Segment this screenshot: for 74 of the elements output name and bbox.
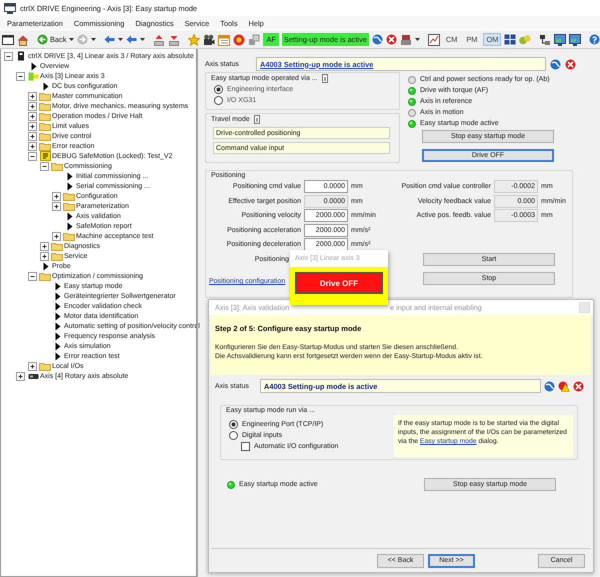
caret-icon[interactable] <box>414 38 420 41</box>
safety-icon <box>40 151 50 161</box>
network-icon[interactable] <box>539 34 552 46</box>
radio-button[interactable] <box>214 85 223 94</box>
arrow-icon <box>40 262 50 270</box>
drive-off-button[interactable]: Drive OFF <box>295 272 383 294</box>
back-arrow-icon <box>37 34 48 45</box>
folder-icon <box>63 192 75 200</box>
error-icon[interactable] <box>565 58 576 70</box>
expand-toggle[interactable] <box>28 112 37 120</box>
expand-toggle[interactable] <box>28 272 37 280</box>
folder-icon <box>51 242 63 250</box>
expand-toggle[interactable] <box>40 162 49 170</box>
device-icon[interactable] <box>400 34 412 46</box>
arrow-icon[interactable] <box>126 35 138 44</box>
checkbox[interactable] <box>241 442 250 451</box>
info-icon[interactable] <box>254 115 260 124</box>
app-icon <box>4 2 16 14</box>
caret-icon[interactable] <box>118 38 124 41</box>
upload-icon[interactable] <box>153 34 166 46</box>
expand-toggle[interactable] <box>52 202 61 210</box>
folder-icon <box>63 202 75 210</box>
globe-icon[interactable] <box>372 34 383 45</box>
expand-toggle[interactable] <box>16 372 25 380</box>
folder-icon <box>39 102 51 110</box>
folder-icon <box>39 122 51 130</box>
expand-toggle[interactable] <box>52 192 61 200</box>
expand-toggle[interactable] <box>28 122 37 130</box>
caret-icon[interactable] <box>91 38 96 41</box>
window-icon[interactable] <box>2 34 14 45</box>
folder-icon <box>51 162 63 170</box>
radio-button[interactable] <box>229 420 238 429</box>
folder-icon <box>39 362 51 370</box>
expand-toggle[interactable] <box>28 132 37 140</box>
expand-toggle[interactable] <box>28 142 37 150</box>
info-icon[interactable] <box>322 74 328 83</box>
monitor-icon[interactable] <box>554 34 566 46</box>
expand-toggle[interactable] <box>28 102 37 110</box>
folder-icon <box>39 132 51 140</box>
arrow-icon <box>28 62 38 70</box>
expand-toggle[interactable] <box>4 52 13 60</box>
folder-icon <box>39 112 51 120</box>
monitor-icon[interactable] <box>569 34 582 46</box>
expand-toggle[interactable] <box>28 362 37 370</box>
folder-icon <box>39 142 51 150</box>
caret-icon[interactable] <box>140 38 146 41</box>
expand-toggle[interactable] <box>16 72 25 80</box>
error-icon[interactable] <box>386 34 397 45</box>
expand-toggle[interactable] <box>28 152 37 160</box>
arrow-icon <box>40 82 50 90</box>
globe-icon[interactable] <box>550 58 561 70</box>
star-icon[interactable] <box>188 34 200 46</box>
download-icon[interactable] <box>168 34 180 46</box>
folder-icon <box>51 252 63 260</box>
seal-icon[interactable] <box>233 34 246 46</box>
expand-toggle[interactable] <box>28 92 37 100</box>
folder-icon <box>39 92 51 100</box>
radio-button[interactable] <box>214 96 223 105</box>
camera-icon[interactable] <box>203 34 216 46</box>
folder-icon <box>63 232 75 240</box>
expand-toggle[interactable] <box>52 232 61 240</box>
expand-toggle[interactable] <box>40 242 49 250</box>
expand-toggle[interactable] <box>40 252 49 260</box>
caret-icon[interactable] <box>69 38 74 41</box>
help-icon[interactable] <box>589 34 600 45</box>
arrow-icon[interactable] <box>104 35 116 44</box>
grid-icon[interactable] <box>504 34 516 45</box>
globe-icon[interactable] <box>544 380 555 392</box>
radio-button[interactable] <box>229 431 238 440</box>
folder-icon <box>39 272 51 280</box>
chart-icon[interactable] <box>428 34 440 46</box>
warning-icon[interactable] <box>558 380 570 392</box>
error-icon[interactable] <box>573 380 584 392</box>
home-icon[interactable] <box>17 34 29 46</box>
